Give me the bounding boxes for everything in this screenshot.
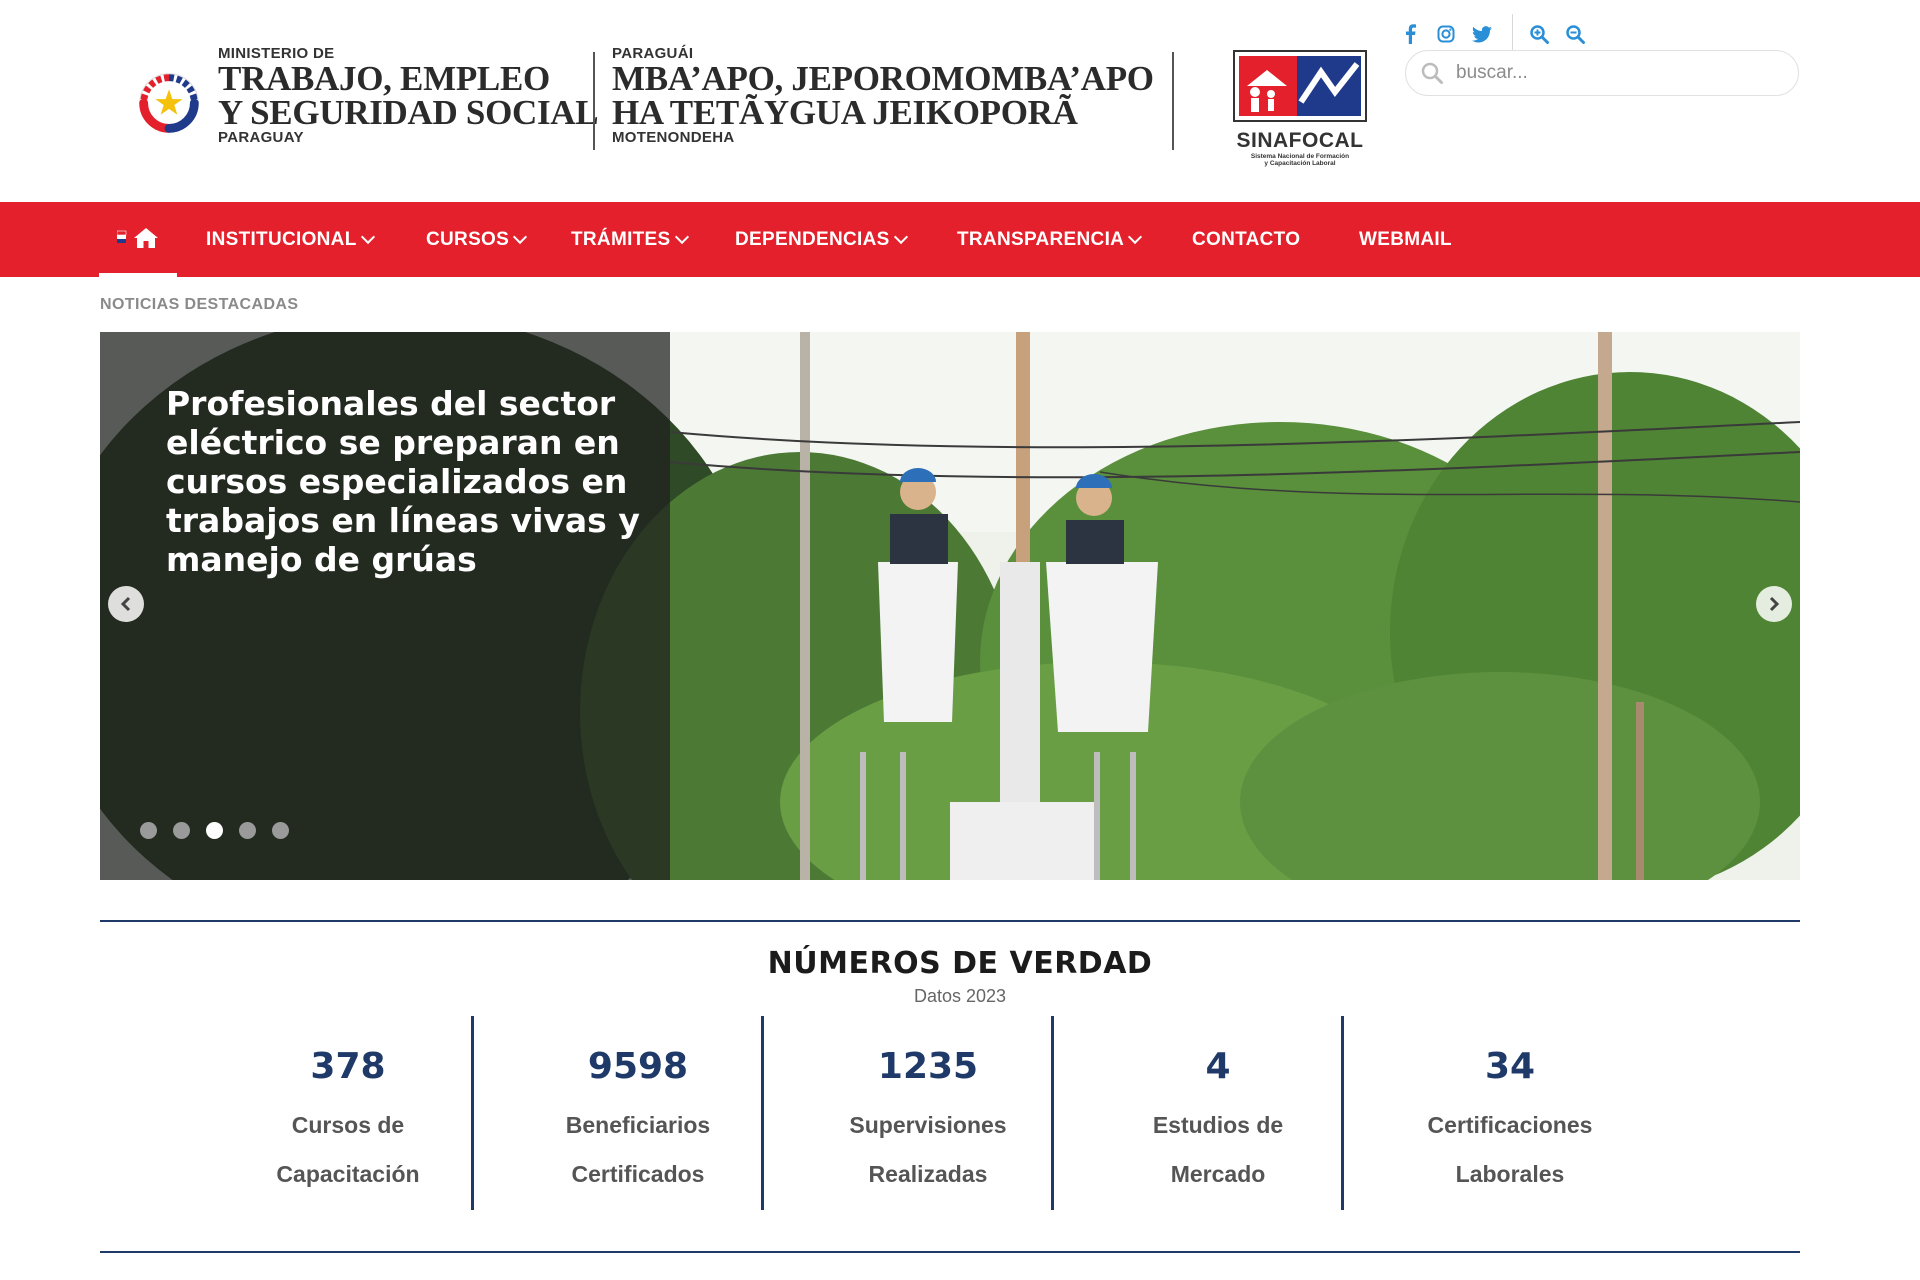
- social-bar: [1398, 14, 1599, 54]
- stat-label-line: Supervisiones: [849, 1112, 1007, 1138]
- slider-prev-button[interactable]: [108, 586, 144, 622]
- slider-dots: [140, 822, 305, 839]
- search-input[interactable]: [1454, 61, 1778, 85]
- stat-label: Supervisiones Realizadas: [783, 1101, 1073, 1199]
- stats-subtitle: Datos 2023: [913, 986, 1007, 1006]
- stats-title: NÚMEROS DE VERDAD: [767, 946, 1153, 981]
- zoom-in-icon[interactable]: [1527, 22, 1551, 46]
- sinafocal-emblem-icon: [1233, 50, 1367, 122]
- slider-dot[interactable]: [173, 822, 190, 839]
- stat-item: 1235 Supervisiones Realizadas: [783, 1016, 1073, 1210]
- guarani-line-1: MBA’APO, JEPOROMOMBA’APO: [612, 59, 1154, 98]
- twitter-icon[interactable]: [1470, 22, 1494, 46]
- home-icon: [134, 227, 158, 248]
- nav-label: CONTACTO: [1192, 228, 1301, 250]
- stat-label: Certificaciones Laborales: [1365, 1101, 1655, 1199]
- guarani-line-2: HA TETÃYGUA JEIKOPORÃ: [612, 93, 1078, 132]
- main-nav: INSTITUCIONAL CURSOS TRÁMITES DEPENDENCI…: [0, 202, 1920, 277]
- stat-value: 34: [1484, 1046, 1536, 1087]
- nav-item-transparencia[interactable]: TRANSPARENCIA: [957, 202, 1143, 277]
- header-divider: [593, 52, 595, 150]
- chevron-down-icon: [893, 229, 908, 245]
- stat-value: 1235: [877, 1046, 979, 1087]
- section-divider: [100, 920, 1800, 922]
- instagram-icon[interactable]: [1434, 22, 1458, 46]
- slide-caption-panel: Profesionales del sector eléctrico se pr…: [100, 332, 670, 880]
- slider-dot[interactable]: [272, 822, 289, 839]
- slider-dot[interactable]: [239, 822, 256, 839]
- nav-item-contacto[interactable]: CONTACTO: [1192, 202, 1300, 277]
- facebook-icon[interactable]: [1398, 22, 1422, 46]
- search-icon[interactable]: [1420, 61, 1444, 85]
- stat-label-line: Certificaciones: [1427, 1112, 1593, 1138]
- stat-label: Cursos de Capacitación: [203, 1101, 493, 1199]
- paraguay-seal-icon: [139, 73, 199, 133]
- chevron-down-icon: [1128, 229, 1143, 245]
- stat-label-line: Realizadas: [868, 1161, 988, 1187]
- sinafocal-logo[interactable]: SINAFOCAL Sistema Nacional de Formación …: [1233, 50, 1367, 167]
- search-box[interactable]: [1405, 50, 1799, 96]
- stat-label: Beneficiarios Certificados: [493, 1101, 783, 1199]
- sinafocal-subtitle-2: y Capacitación Laboral: [1264, 160, 1336, 167]
- nav-home[interactable]: [99, 202, 177, 277]
- stat-label-line: Beneficiarios: [565, 1112, 711, 1138]
- paraguay-flag-icon: [117, 230, 127, 243]
- stat-item: 4 Estudios de Mercado: [1073, 1016, 1363, 1210]
- stat-value: 4: [1205, 1046, 1231, 1087]
- header-divider: [1172, 52, 1174, 150]
- stat-label-line: Certificados: [571, 1161, 705, 1187]
- section-divider: [100, 1251, 1800, 1253]
- zoom-out-icon[interactable]: [1563, 22, 1587, 46]
- nav-label: INSTITUCIONAL: [206, 228, 357, 250]
- section-label-featured: NOTICIAS DESTACADAS: [100, 296, 299, 313]
- stat-label-line: Laborales: [1455, 1161, 1565, 1187]
- stat-item: 34 Certificaciones Laborales: [1365, 1016, 1655, 1210]
- ministry-bottom-line: PARAGUAY: [218, 129, 304, 146]
- stat-item: 9598 Beneficiarios Certificados: [493, 1016, 783, 1210]
- stat-divider: [1051, 1016, 1054, 1210]
- slider-dot-active[interactable]: [206, 822, 223, 839]
- ministry-text: MINISTERIO DE TRABAJO, EMPLEO Y SEGURIDA…: [218, 46, 599, 146]
- nav-label: DEPENDENCIAS: [735, 228, 890, 250]
- stat-divider: [1341, 1016, 1344, 1210]
- nav-label: CURSOS: [426, 228, 510, 250]
- chevron-right-icon: [1769, 596, 1780, 612]
- chevron-left-icon: [120, 596, 131, 612]
- nav-item-institucional[interactable]: INSTITUCIONAL: [206, 202, 375, 277]
- ministry-logo[interactable]: MINISTERIO DE TRABAJO, EMPLEO Y SEGURIDA…: [130, 46, 599, 146]
- news-slider[interactable]: Profesionales del sector eléctrico se pr…: [100, 332, 1800, 880]
- nav-item-tramites[interactable]: TRÁMITES: [571, 202, 689, 277]
- stat-divider: [471, 1016, 474, 1210]
- slider-dot[interactable]: [140, 822, 157, 839]
- ministry-line-1: TRABAJO, EMPLEO: [218, 59, 550, 98]
- guarani-bottom-line: MOTENONDEHA: [612, 129, 735, 146]
- guarani-title: PARAGUÁI MBA’APO, JEPOROMOMBA’APO HA TET…: [612, 46, 1154, 146]
- slide-title[interactable]: Profesionales del sector eléctrico se pr…: [166, 384, 646, 579]
- site-header: MINISTERIO DE TRABAJO, EMPLEO Y SEGURIDA…: [0, 0, 1920, 202]
- stat-label-line: Mercado: [1170, 1161, 1266, 1187]
- stat-label-line: Estudios de: [1152, 1112, 1284, 1138]
- slider-next-button[interactable]: [1756, 586, 1792, 622]
- chevron-down-icon: [360, 229, 375, 245]
- nav-item-cursos[interactable]: CURSOS: [426, 202, 528, 277]
- stat-label-line: Cursos de: [291, 1112, 405, 1138]
- stat-item: 378 Cursos de Capacitación: [203, 1016, 493, 1210]
- ministry-line-2: Y SEGURIDAD SOCIAL: [218, 93, 599, 132]
- sinafocal-subtitle-1: Sistema Nacional de Formación: [1250, 153, 1350, 160]
- nav-label: WEBMAIL: [1359, 228, 1452, 250]
- stat-value: 9598: [587, 1046, 689, 1087]
- stat-label-line: Capacitación: [276, 1161, 420, 1187]
- social-divider: [1512, 14, 1513, 54]
- chevron-down-icon: [674, 229, 689, 245]
- sinafocal-name: SINAFOCAL: [1236, 129, 1364, 152]
- stat-value: 378: [310, 1046, 386, 1087]
- chevron-down-icon: [513, 229, 528, 245]
- stat-label: Estudios de Mercado: [1073, 1101, 1363, 1199]
- stat-divider: [761, 1016, 764, 1210]
- nav-label: TRANSPARENCIA: [957, 228, 1125, 250]
- nav-label: TRÁMITES: [571, 228, 671, 250]
- nav-item-webmail[interactable]: WEBMAIL: [1359, 202, 1452, 277]
- nav-item-dependencias[interactable]: DEPENDENCIAS: [735, 202, 908, 277]
